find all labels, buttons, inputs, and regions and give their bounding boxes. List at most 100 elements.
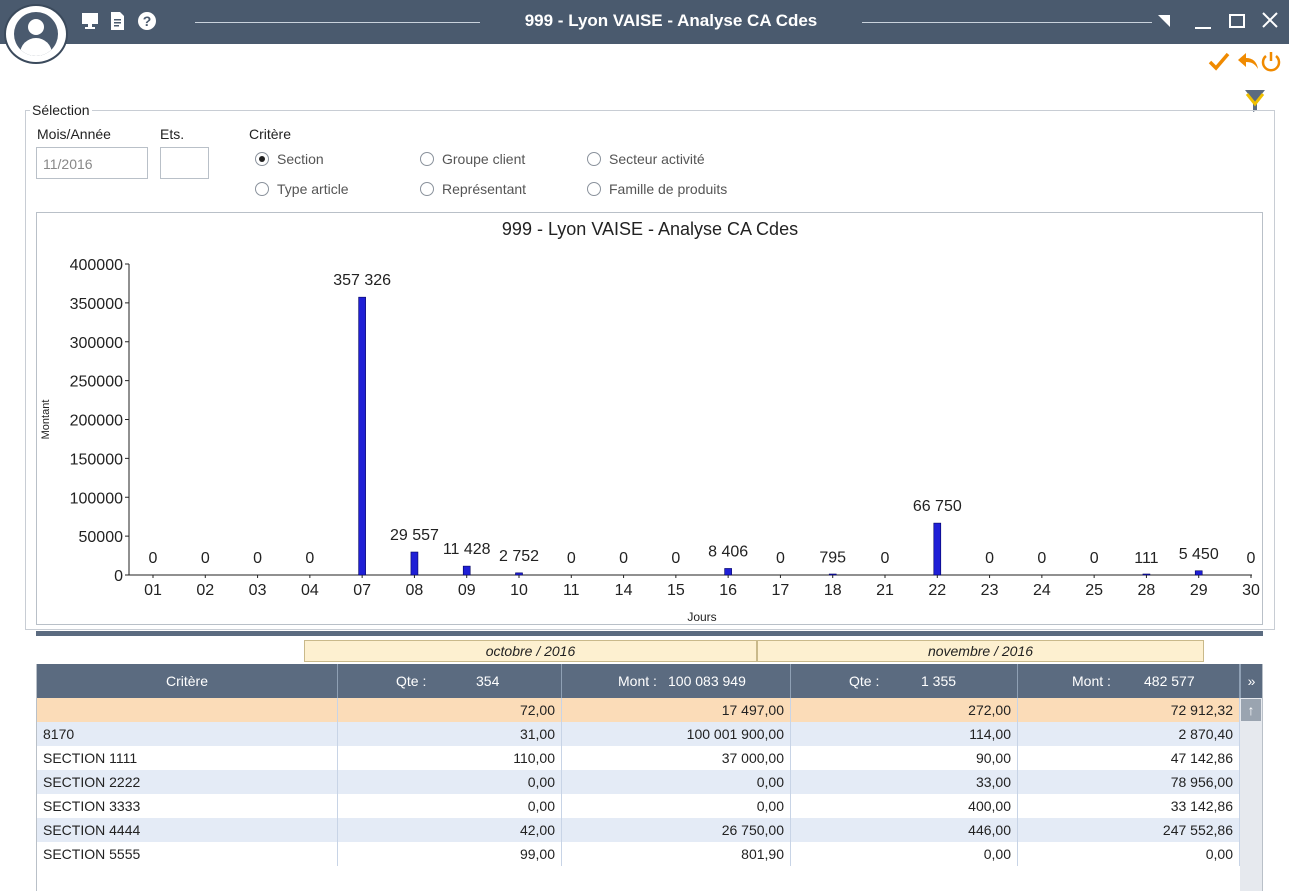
table-row[interactable]: 72,00 17 497,00 272,00 72 912,32 — [37, 698, 1240, 722]
x-tick-label: 02 — [196, 582, 214, 599]
y-tick-label: 0 — [114, 568, 123, 585]
data-label: 0 — [671, 550, 680, 567]
radio-representant-dot[interactable] — [420, 182, 434, 196]
data-label: 357 326 — [333, 272, 391, 289]
help-icon[interactable]: ? — [137, 11, 157, 35]
bar — [462, 565, 471, 576]
radio-groupe-client[interactable]: Groupe client — [420, 151, 525, 167]
radio-type-article[interactable]: Type article — [255, 181, 349, 197]
power-icon[interactable] — [1260, 50, 1282, 79]
data-label: 0 — [567, 550, 576, 567]
radio-type-article-dot[interactable] — [255, 182, 269, 196]
cell-qte1: 0,00 — [338, 770, 562, 794]
maximize-icon[interactable] — [1228, 12, 1246, 35]
data-label: 8 406 — [708, 543, 748, 560]
title-divider-left — [195, 22, 480, 23]
cell-qte2: 33,00 — [791, 770, 1018, 794]
x-axis-label: Jours — [687, 610, 716, 624]
table-row[interactable]: SECTION 1111 110,00 37 000,00 90,00 47 142,8… — [37, 746, 1240, 770]
x-tick-label: 07 — [353, 582, 371, 599]
col-mont-oct[interactable]: Mont : 100 083 949 — [562, 664, 791, 698]
cell-qte2: 90,00 — [791, 746, 1018, 770]
month-header-right: novembre / 2016 — [757, 640, 1204, 662]
y-tick-label: 50000 — [79, 529, 124, 546]
radio-groupe-client-dot[interactable] — [420, 152, 434, 166]
col-qte-nov-total: 1 355 — [921, 673, 957, 689]
cell-critere: 8170 — [37, 722, 338, 746]
cell-qte2: 272,00 — [791, 698, 1018, 722]
cell-mont1: 100 001 900,00 — [562, 722, 791, 746]
y-tick-label: 300000 — [70, 335, 123, 352]
cell-mont2: 2 870,40 — [1018, 722, 1240, 746]
cell-mont1: 0,00 — [562, 794, 791, 818]
x-tick-label: 28 — [1138, 582, 1156, 599]
x-tick-label: 01 — [144, 582, 162, 599]
x-tick-label: 08 — [406, 582, 424, 599]
radio-section[interactable]: Section — [255, 151, 324, 167]
radio-section-dot[interactable] — [255, 152, 269, 166]
y-tick-label: 100000 — [70, 490, 123, 507]
filter-icon[interactable] — [1243, 88, 1267, 112]
cell-mont1: 26 750,00 — [562, 818, 791, 842]
col-mont-nov[interactable]: Mont : 482 577 — [1018, 664, 1240, 698]
table-row[interactable]: SECTION 4444 42,00 26 750,00 446,00 247 552,… — [37, 818, 1240, 842]
data-label: 111 — [1134, 550, 1158, 567]
cell-critere: SECTION 2222 — [37, 770, 338, 794]
radio-famille-produits[interactable]: Famille de produits — [587, 181, 727, 197]
window-title: 999 - Lyon VAISE - Analyse CA Cdes — [524, 11, 818, 30]
monitor-icon[interactable] — [80, 11, 100, 35]
radio-representant[interactable]: Représentant — [420, 181, 526, 197]
expand-columns-button[interactable]: » — [1240, 664, 1262, 698]
x-tick-label: 15 — [667, 582, 685, 599]
table-row[interactable]: SECTION 3333 0,00 0,00 400,00 33 142,86 — [37, 794, 1240, 818]
scroll-up-icon[interactable]: ↑ — [1241, 699, 1261, 721]
radio-secteur-activite[interactable]: Secteur activité — [587, 151, 705, 167]
table-row[interactable]: 8170 31,00 100 001 900,00 114,00 2 870,40 — [37, 722, 1240, 746]
x-tick-label: 17 — [772, 582, 790, 599]
close-icon[interactable] — [1260, 10, 1280, 35]
bar — [828, 573, 837, 576]
x-tick-label: 11 — [563, 582, 580, 599]
data-label: 0 — [1247, 550, 1256, 567]
radio-secteur-activite-dot[interactable] — [587, 152, 601, 166]
mois-annee-label: Mois/Année — [37, 126, 111, 142]
cell-mont2: 33 142,86 — [1018, 794, 1240, 818]
data-label: 5 450 — [1179, 546, 1219, 563]
vertical-scrollbar[interactable]: ↑ — [1240, 698, 1262, 891]
chart-panel: 999 - Lyon VAISE - Analyse CA Cdes 0 50000… — [36, 212, 1263, 625]
y-tick-label: 400000 — [70, 257, 123, 274]
cell-mont2: 47 142,86 — [1018, 746, 1240, 770]
data-label: 29 557 — [390, 527, 439, 544]
cell-qte1: 99,00 — [338, 842, 562, 866]
reply-arrow-icon[interactable] — [1236, 50, 1260, 79]
cell-qte2: 0,00 — [791, 842, 1018, 866]
data-label: 0 — [881, 550, 890, 567]
document-icon[interactable] — [108, 11, 126, 35]
ets-input[interactable] — [160, 147, 209, 179]
col-qte-nov[interactable]: Qte : 1 355 — [791, 664, 1018, 698]
cell-mont1: 17 497,00 — [562, 698, 791, 722]
table-row[interactable]: SECTION 2222 0,00 0,00 33,00 78 956,00 — [37, 770, 1240, 794]
y-tick-label: 350000 — [70, 296, 123, 313]
table-row[interactable]: SECTION 5555 99,00 801,90 0,00 0,00 — [37, 842, 1240, 866]
col-critere[interactable]: Critère — [37, 664, 338, 698]
splitter-bar[interactable] — [36, 631, 1263, 636]
x-tick-label: 30 — [1242, 582, 1260, 599]
bar — [410, 551, 419, 576]
user-avatar-icon[interactable] — [4, 4, 68, 64]
x-tick-label: 16 — [719, 582, 737, 599]
x-tick-label: 09 — [458, 582, 476, 599]
ets-label: Ets. — [160, 126, 185, 142]
mois-annee-input[interactable]: 11/2016 — [36, 147, 148, 179]
col-mont-nov-total: 482 577 — [1144, 673, 1195, 689]
check-icon[interactable] — [1208, 50, 1230, 79]
cell-qte1: 42,00 — [338, 818, 562, 842]
minimize-icon[interactable] — [1194, 12, 1212, 35]
x-tick-label: 24 — [1033, 582, 1051, 599]
cell-qte1: 72,00 — [338, 698, 562, 722]
col-qte-oct[interactable]: Qte : 354 — [338, 664, 562, 698]
restore-corner-icon[interactable] — [1158, 10, 1170, 32]
cell-mont2: 72 912,32 — [1018, 698, 1240, 722]
radio-famille-produits-dot[interactable] — [587, 182, 601, 196]
cell-qte1: 0,00 — [338, 794, 562, 818]
